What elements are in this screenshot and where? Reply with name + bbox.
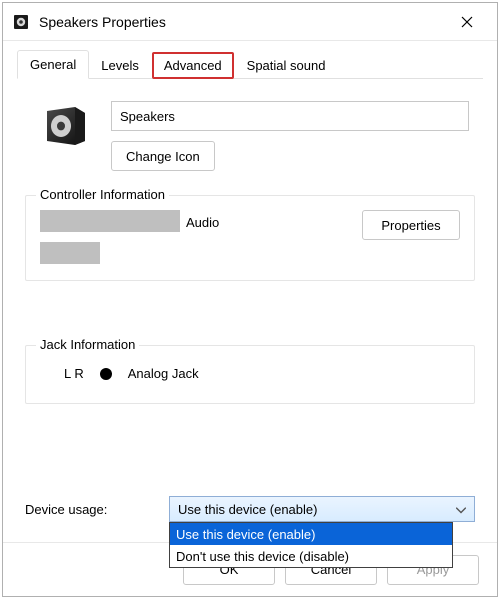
tabstrip: General Levels Advanced Spatial sound xyxy=(3,41,497,79)
content-area: Change Icon Controller Information Audio… xyxy=(3,79,497,596)
speaker-app-icon xyxy=(13,14,29,30)
device-usage-selected-value: Use this device (enable) xyxy=(178,502,317,517)
device-usage-label: Device usage: xyxy=(25,502,145,517)
device-name-column: Change Icon xyxy=(111,101,475,171)
window-title: Speakers Properties xyxy=(39,14,445,30)
window-frame: Speakers Properties General Levels Advan… xyxy=(2,2,498,597)
titlebar: Speakers Properties xyxy=(3,3,497,41)
close-icon xyxy=(461,16,473,28)
controller-vendor-redacted xyxy=(40,242,100,264)
device-usage-select[interactable]: Use this device (enable) xyxy=(169,496,475,522)
device-usage-dropdown: Use this device (enable) Don't use this … xyxy=(169,522,453,568)
jack-color-dot xyxy=(100,368,112,380)
usage-option-disable[interactable]: Don't use this device (disable) xyxy=(170,545,452,567)
jack-type-label: Analog Jack xyxy=(128,366,199,381)
jack-info-label: Jack Information xyxy=(36,337,139,352)
change-icon-button[interactable]: Change Icon xyxy=(111,141,215,171)
jack-lr-label: L R xyxy=(64,366,84,381)
tab-general[interactable]: General xyxy=(17,50,89,79)
tab-advanced[interactable]: Advanced xyxy=(152,52,234,79)
speaker-icon xyxy=(41,101,89,149)
jack-information-group: Jack Information L R Analog Jack xyxy=(25,345,475,404)
tab-spatial-sound[interactable]: Spatial sound xyxy=(235,52,338,79)
controller-information-group: Controller Information Audio Properties xyxy=(25,195,475,281)
device-header-row: Change Icon xyxy=(25,101,475,171)
device-name-input[interactable] xyxy=(111,101,469,131)
usage-option-enable[interactable]: Use this device (enable) xyxy=(170,523,452,545)
controller-name-redacted xyxy=(40,210,180,232)
controller-audio-suffix: Audio xyxy=(186,215,219,230)
controller-properties-button[interactable]: Properties xyxy=(362,210,460,240)
chevron-down-icon xyxy=(456,502,466,517)
controller-info-label: Controller Information xyxy=(36,187,169,202)
close-button[interactable] xyxy=(445,3,489,41)
tab-levels[interactable]: Levels xyxy=(89,52,151,79)
device-usage-row: Device usage: Use this device (enable) U… xyxy=(25,496,475,522)
